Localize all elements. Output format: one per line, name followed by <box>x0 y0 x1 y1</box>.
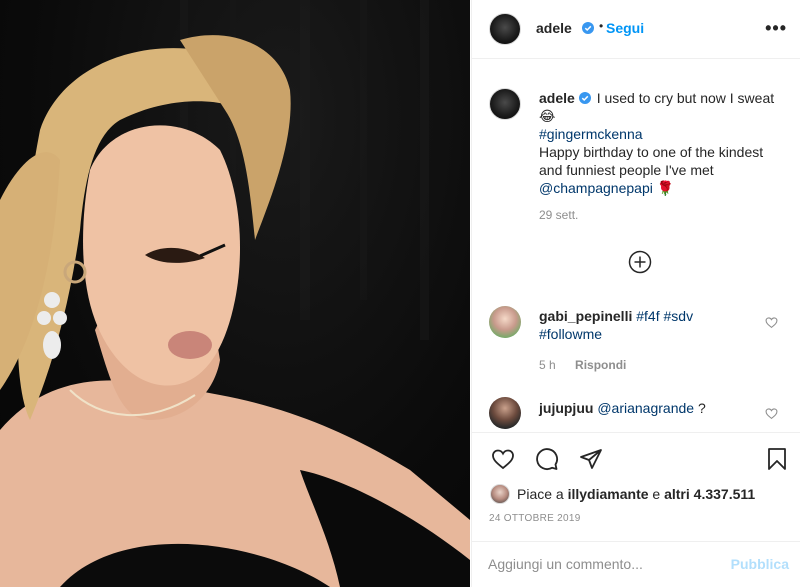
caption-timestamp[interactable]: 29 sett. <box>539 208 578 222</box>
likes-and: e <box>652 486 661 502</box>
add-comment-input[interactable] <box>488 556 718 572</box>
commenter-username[interactable]: gabi_pepinelli <box>539 308 632 324</box>
share-direct-icon[interactable] <box>579 447 603 471</box>
commenter-avatar[interactable] <box>489 397 521 429</box>
post-side-panel: adele • Segui ••• adele I used to cry bu… <box>471 0 800 587</box>
publish-button[interactable]: Pubblica <box>731 556 789 572</box>
post-date[interactable]: 24 OTTOBRE 2019 <box>489 513 581 524</box>
separator-dot: • <box>599 19 604 33</box>
likes-others-count[interactable]: altri 4.337.511 <box>664 486 755 502</box>
comments-section: adele I used to cry but now I sweat 😂 #g… <box>472 60 800 432</box>
comment-timestamp[interactable]: 5 h <box>539 358 556 372</box>
likes-prefix: Piace a <box>517 486 564 502</box>
comment-meta: 5 h Rispondi <box>539 358 626 372</box>
load-more-comments-icon[interactable] <box>628 250 652 274</box>
caption-line1: I used to cry but now I sweat <box>596 90 775 106</box>
comment-text: gabi_pepinelli #f4f #sdv #followme <box>539 307 759 343</box>
post-header: adele • Segui ••• <box>472 0 800 59</box>
author-avatar[interactable] <box>489 13 521 45</box>
reply-button[interactable]: Rispondi <box>575 358 626 372</box>
more-options-icon[interactable]: ••• <box>765 18 787 39</box>
caption-emoji-rose: 🌹 <box>656 180 675 196</box>
caption-text: adele I used to cry but now I sweat 😂 #g… <box>539 89 789 197</box>
verified-badge-icon <box>582 22 594 34</box>
verified-badge-icon <box>578 92 591 104</box>
comment-body: ? <box>697 400 706 416</box>
comment-mention[interactable]: @arianagrande <box>597 400 694 416</box>
caption-mention[interactable]: @champagnepapi <box>539 180 653 196</box>
caption-author-avatar[interactable] <box>489 88 521 120</box>
caption-body: Happy birthday to one of the kindest and… <box>539 144 764 178</box>
add-comment-bar: Pubblica <box>472 541 800 587</box>
comment-text: jujupjuu @arianagrande ? <box>539 399 759 417</box>
post-photo[interactable] <box>0 0 470 587</box>
likes-summary: Piace a illydiamante e altri 4.337.511 <box>517 486 755 502</box>
post-photo-illustration <box>0 0 470 587</box>
comment-like-heart-icon[interactable] <box>765 316 778 329</box>
post-actions: Piace a illydiamante e altri 4.337.511 2… <box>472 432 800 587</box>
comment-like-heart-icon[interactable] <box>765 407 778 420</box>
save-bookmark-icon[interactable] <box>765 447 789 471</box>
liker-username[interactable]: illydiamante <box>568 486 649 502</box>
comment-bubble-icon[interactable] <box>535 447 559 471</box>
follow-button[interactable]: Segui <box>606 20 644 36</box>
like-heart-icon[interactable] <box>491 447 515 471</box>
author-username[interactable]: adele <box>536 20 572 36</box>
caption-emoji-laugh: 😂 <box>539 108 556 124</box>
caption-username[interactable]: adele <box>539 90 575 106</box>
comment-hashtags[interactable]: #f4f #sdv <box>636 308 693 324</box>
liker-avatar[interactable] <box>490 484 510 504</box>
caption-hashtag[interactable]: #gingermckenna <box>539 126 643 142</box>
comment-hashtag-followme[interactable]: #followme <box>539 326 602 342</box>
commenter-username[interactable]: jujupjuu <box>539 400 593 416</box>
commenter-avatar[interactable] <box>489 306 521 338</box>
